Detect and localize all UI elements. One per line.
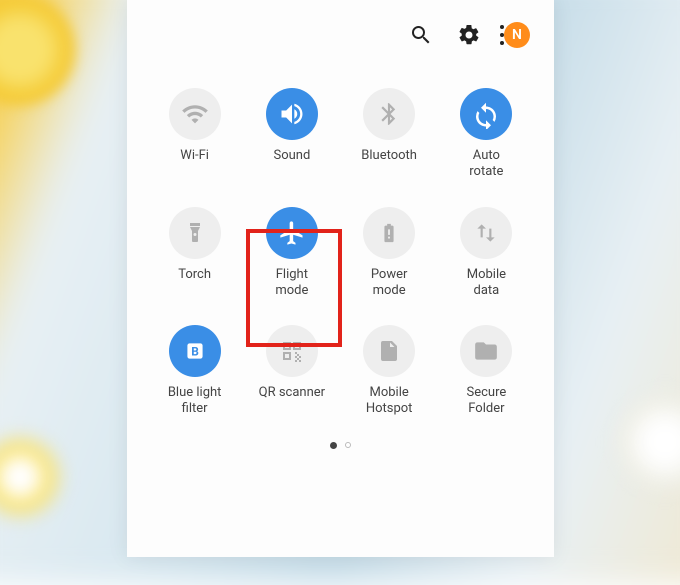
- page-indicator[interactable]: [127, 442, 554, 449]
- search-button[interactable]: [408, 22, 434, 48]
- folder-icon: [460, 325, 512, 377]
- toggle-mobile-data[interactable]: Mobile data: [441, 207, 532, 300]
- toggle-label: QR scanner: [259, 385, 325, 417]
- more-vertical-icon: [498, 24, 506, 46]
- bluetooth-icon: [363, 88, 415, 140]
- gear-icon: [457, 23, 481, 47]
- toggle-auto-rotate[interactable]: Auto rotate: [441, 88, 532, 181]
- toggle-label: Secure Folder: [466, 385, 506, 418]
- toggle-bluetooth[interactable]: Bluetooth: [344, 88, 435, 181]
- qr-icon: [266, 325, 318, 377]
- toggle-label: Torch: [178, 267, 211, 299]
- hotspot-icon: [363, 325, 415, 377]
- toggle-label: Mobile Hotspot: [366, 385, 413, 418]
- toggle-label: Sound: [273, 148, 310, 180]
- toggle-sound[interactable]: Sound: [246, 88, 337, 181]
- toggle-mobile-hotspot[interactable]: Mobile Hotspot: [344, 325, 435, 418]
- bluelight-icon: B: [169, 325, 221, 377]
- rotate-icon: [460, 88, 512, 140]
- toggle-label: Flight mode: [275, 267, 308, 300]
- quick-settings-topbar: N: [127, 0, 554, 58]
- quick-settings-panel: N Wi-Fi Sound Bluetooth Auto rota: [127, 0, 554, 557]
- toggle-label: Bluetooth: [361, 148, 417, 180]
- toggle-label: Blue light filter: [168, 385, 222, 418]
- data-icon: [460, 207, 512, 259]
- toggle-label: Power mode: [371, 267, 408, 300]
- toggle-secure-folder[interactable]: Secure Folder: [441, 325, 532, 418]
- toggle-label: Auto rotate: [469, 148, 503, 181]
- account-menu-button[interactable]: N: [504, 22, 530, 48]
- page-dot: [345, 442, 351, 448]
- wifi-icon: [169, 88, 221, 140]
- quick-toggle-grid: Wi-Fi Sound Bluetooth Auto rotate Torch: [127, 58, 554, 428]
- toggle-blue-light-filter[interactable]: B Blue light filter: [149, 325, 240, 418]
- toggle-flight-mode[interactable]: Flight mode: [246, 207, 337, 300]
- battery-icon: [363, 207, 415, 259]
- toggle-qr-scanner[interactable]: QR scanner: [246, 325, 337, 418]
- settings-button[interactable]: [456, 22, 482, 48]
- toggle-wifi[interactable]: Wi-Fi: [149, 88, 240, 181]
- page-dot-active: [330, 442, 337, 449]
- airplane-icon: [266, 207, 318, 259]
- toggle-label: Wi-Fi: [180, 148, 209, 180]
- avatar: N: [504, 22, 530, 48]
- toggle-torch[interactable]: Torch: [149, 207, 240, 300]
- search-icon: [409, 23, 433, 47]
- svg-text:B: B: [191, 344, 199, 358]
- toggle-label: Mobile data: [467, 267, 506, 300]
- sound-icon: [266, 88, 318, 140]
- torch-icon: [169, 207, 221, 259]
- toggle-power-mode[interactable]: Power mode: [344, 207, 435, 300]
